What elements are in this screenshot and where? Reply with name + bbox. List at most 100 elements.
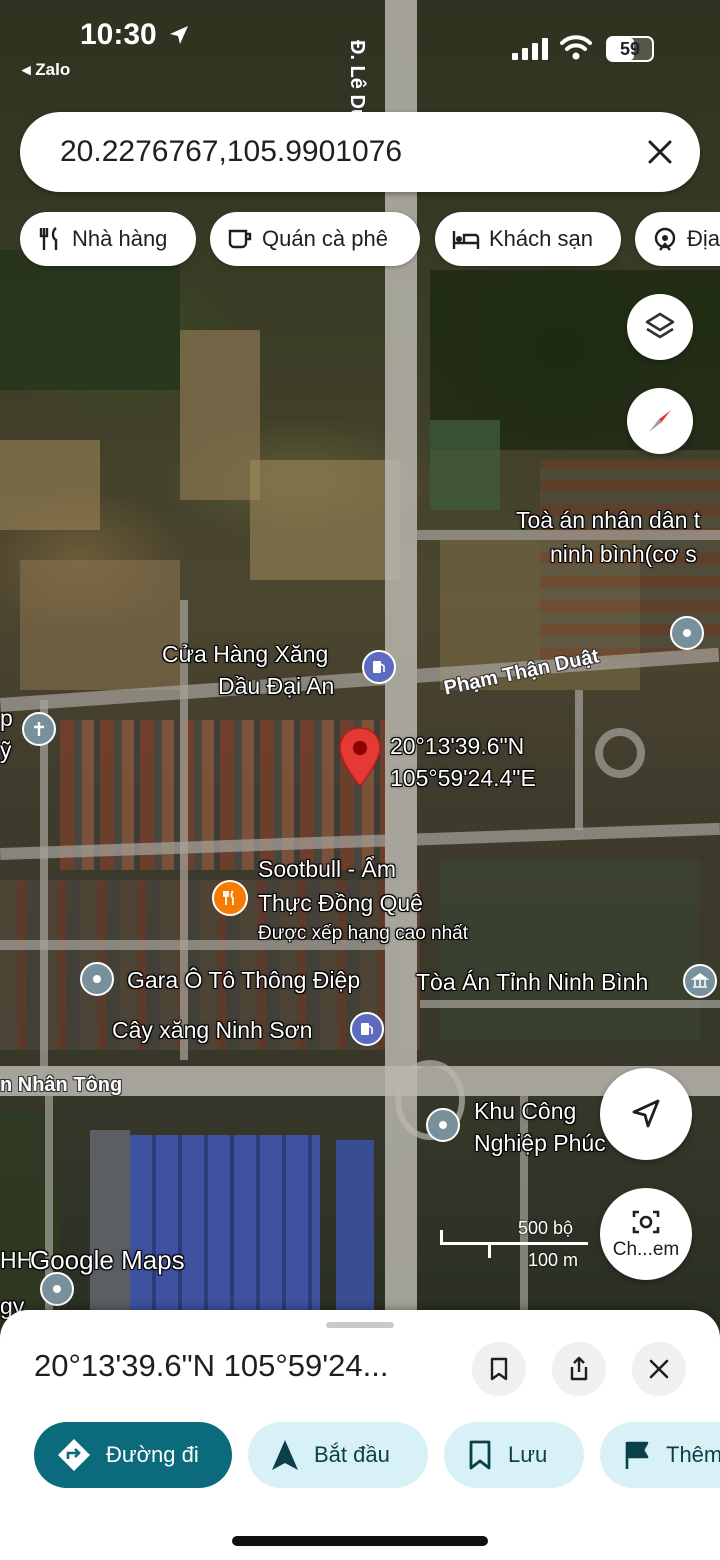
gas-station-icon [361,1023,373,1035]
pin-coords-lng: 105°59'24.4"E [390,765,536,791]
poi-marker-industrial[interactable] [426,1108,460,1142]
place-label-toa-an-line1[interactable]: Toà án nhân dân t [516,506,700,534]
chip-attractions[interactable]: Địa [635,212,720,266]
place-label-toa-an-line2[interactable]: ninh bình(cơ s [550,540,697,568]
compass-button[interactable] [627,388,693,454]
place-label-khu-cn-line1[interactable]: Khu Công [474,1097,576,1125]
clear-search-button[interactable] [620,112,700,192]
poi-marker-restaurant[interactable] [212,880,248,916]
scale-feet-label: 500 bộ [518,1218,574,1238]
location-arrow-icon [170,26,188,44]
place-bottom-sheet[interactable]: 20°13'39.6"N 105°59'24... Đường đi Bắt đ… [0,1310,720,1560]
scale-bar [440,1242,588,1245]
chip-coffee[interactable]: Quán cà phê [210,212,420,266]
sheet-drag-handle[interactable] [326,1322,394,1328]
pin-coords-lat: 20°13'39.6"N [390,733,525,759]
camera-search-button[interactable]: Ch...em [600,1188,692,1280]
location-dot-icon [53,1285,61,1293]
poi-marker-gara[interactable] [80,962,114,996]
cellular-signal-icon [512,38,548,60]
compass-icon [649,410,671,432]
chip-hotels[interactable]: Khách sạn [435,212,621,266]
action-label: Bắt đầu [314,1442,390,1467]
poi-marker-church[interactable] [22,712,56,746]
road [40,700,48,1080]
place-label-gara[interactable]: Gara Ô Tô Thông Điệp [127,966,360,994]
close-sheet-button[interactable] [632,1342,686,1396]
map-layers-button[interactable] [627,294,693,360]
share-icon [570,1356,588,1381]
bookmark-icon [490,1357,508,1381]
battery-percent: 59 [619,39,641,59]
chip-label: Nhà hàng [72,226,168,251]
place-label-xang-dai-an-line2[interactable]: Dầu Đại An [218,672,334,700]
layers-icon [645,312,675,339]
church-icon [34,722,44,736]
bookmark-icon [469,1440,491,1470]
poi-marker-gas[interactable] [362,650,396,684]
coffee-icon [228,229,252,249]
add-label-button[interactable]: Thêm [600,1422,720,1488]
action-label: Thêm [666,1442,720,1467]
status-bar: 10:30 ◂ Zalo 59 [0,0,720,96]
scale-tick [488,1242,491,1258]
factory-yard [90,1130,130,1310]
place-label-cay-xang[interactable]: Cây xăng Ninh Sơn [112,1016,312,1044]
road [575,690,583,830]
my-location-button[interactable] [600,1068,692,1160]
home-indicator[interactable] [232,1536,488,1546]
battery-icon: 59 [606,36,654,62]
poi-marker-government[interactable] [683,964,717,998]
location-dot-icon [93,975,101,983]
navigation-arrow-icon [632,1099,660,1128]
location-dot-icon [683,629,691,637]
place-title: 20°13'39.6"N 105°59'24... [34,1348,389,1383]
camera-lens-icon [632,1210,660,1234]
map-field [20,560,180,690]
map-scale: 500 bộ 100 m [440,1218,590,1274]
flag-icon [625,1441,649,1469]
map-field [180,330,260,500]
close-icon [649,1359,669,1379]
restaurant-icon [223,890,234,905]
factory-roof [130,1135,320,1310]
place-label-cut: p [0,705,13,731]
factory-roof [336,1140,374,1310]
dropped-pin-icon[interactable] [338,726,382,788]
road-label-nhan-tong: n Nhân Tông [0,1074,123,1096]
back-to-app-link[interactable]: ◂ Zalo [22,60,70,80]
hotel-icon [452,231,480,249]
map-field [440,860,700,1040]
share-button[interactable] [552,1342,606,1396]
place-label-xang-dai-an-line1[interactable]: Cửa Hàng Xăng [162,640,328,668]
poi-marker-gray[interactable] [40,1272,74,1306]
search-input[interactable]: 20.2276767,105.9901076 [60,135,620,169]
chip-label: Quán cà phê [262,226,388,251]
directions-button[interactable]: Đường đi [34,1422,232,1488]
attraction-icon [654,227,676,251]
search-bar[interactable]: 20.2276767,105.9901076 [20,112,700,192]
poi-marker-gas[interactable] [350,1012,384,1046]
restaurant-icon [39,227,58,250]
government-building-icon [691,973,709,988]
roundabout [595,728,645,778]
map-pond [430,420,500,510]
directions-icon [58,1439,90,1471]
place-label-sootbull-line1[interactable]: Sootbull - Ẩm [258,855,396,883]
save-bookmark-button[interactable] [472,1342,526,1396]
map-field [0,440,100,530]
action-label: Lưu [508,1442,548,1467]
poi-marker-gray[interactable] [670,616,704,650]
chip-label: Địa [687,226,720,251]
chip-label: Khách sạn [489,226,593,251]
place-label-toa-an-tinh[interactable]: Tòa Án Tỉnh Ninh Bình [416,968,648,996]
place-label-khu-cn-line2[interactable]: Nghiệp Phúc [474,1129,606,1157]
start-navigation-button[interactable]: Bắt đầu [248,1422,428,1488]
place-label-sootbull-line2[interactable]: Thực Đồng Quê [258,889,423,917]
scale-tick [440,1230,443,1245]
save-button[interactable]: Lưu [444,1422,584,1488]
place-label-cut: HH [0,1247,34,1273]
google-maps-watermark: Google Maps [30,1245,185,1275]
chip-restaurants[interactable]: Nhà hàng [20,212,196,266]
scale-meters-label: 100 m [528,1250,579,1270]
